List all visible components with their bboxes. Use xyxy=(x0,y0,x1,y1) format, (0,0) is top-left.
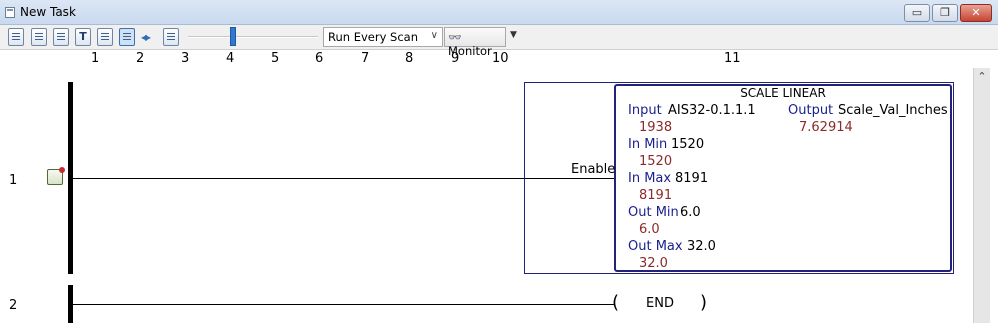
list-icon[interactable] xyxy=(97,28,113,46)
rung-wire xyxy=(73,178,524,179)
rung-number: 1 xyxy=(9,173,18,188)
text-icon[interactable]: T xyxy=(75,28,91,46)
eyeglasses-icon: 👓 xyxy=(448,31,462,44)
input-value[interactable]: AIS32-0.1.1.1 xyxy=(668,103,756,118)
out-max-label: Out Max xyxy=(628,239,683,254)
selected-view-icon[interactable] xyxy=(119,28,135,46)
scan-mode-value: Run Every Scan xyxy=(328,30,419,44)
zoom-slider-thumb[interactable] xyxy=(230,27,236,46)
column-number: 6 xyxy=(315,51,324,66)
output-live-value: 7.62914 xyxy=(799,120,853,135)
scroll-up-icon[interactable]: ⌃ xyxy=(974,70,990,86)
input-live-value: 1938 xyxy=(639,120,673,135)
title-bar: New Task ▭ ❐ ✕ xyxy=(0,0,998,25)
end-coil-label[interactable]: END xyxy=(646,296,674,311)
branch-icon[interactable] xyxy=(53,28,69,46)
column-number: 1 xyxy=(91,51,100,66)
rung-wire xyxy=(73,304,614,305)
out-min-label: Out Min xyxy=(628,205,679,220)
column-number: 3 xyxy=(181,51,190,66)
chevron-down-icon: ∨ xyxy=(430,30,438,41)
scan-mode-select[interactable]: Run Every Scan ∨ xyxy=(323,27,443,47)
column-number: 10 xyxy=(492,51,509,66)
column-number: 7 xyxy=(361,51,370,66)
monitor-button[interactable]: 👓 Monitor xyxy=(444,27,506,58)
coil-close: ) xyxy=(700,292,708,313)
rung-list-icon[interactable] xyxy=(31,28,47,46)
out-max-live-value: 32.0 xyxy=(639,256,668,271)
out-min-value[interactable]: 6.0 xyxy=(680,205,701,220)
in-max-live-value: 8191 xyxy=(639,188,673,203)
column-number: 9 xyxy=(451,51,460,66)
maximize-button[interactable]: ❐ xyxy=(932,4,958,22)
window-title: New Task xyxy=(20,5,76,19)
column-number: 2 xyxy=(136,51,145,66)
column-number: 11 xyxy=(724,51,741,66)
column-number: 8 xyxy=(405,51,414,66)
arrows-icon[interactable]: ◂▸ xyxy=(141,30,151,44)
out-max-value[interactable]: 32.0 xyxy=(687,239,716,254)
close-button[interactable]: ✕ xyxy=(960,4,992,22)
in-max-value[interactable]: 8191 xyxy=(675,171,708,186)
rung-number: 2 xyxy=(9,298,18,313)
in-min-value[interactable]: 1520 xyxy=(671,137,704,152)
block-title: SCALE LINEAR xyxy=(740,86,826,100)
rung-edit-icon[interactable] xyxy=(47,167,65,185)
column-number: 5 xyxy=(271,51,280,66)
in-min-live-value: 1520 xyxy=(639,154,673,169)
output-value[interactable]: Scale_Val_Inches xyxy=(838,103,948,118)
monitor-dropdown-icon[interactable]: ▼ xyxy=(510,30,517,40)
vertical-scrollbar[interactable]: ⌃ xyxy=(973,68,990,323)
out-min-live-value: 6.0 xyxy=(639,222,660,237)
enable-label: Enable xyxy=(571,162,616,177)
network-icon[interactable] xyxy=(163,28,179,46)
in-min-label: In Min xyxy=(628,137,668,152)
page-icon[interactable] xyxy=(8,28,24,46)
task-icon xyxy=(5,7,15,18)
column-ruler: 1 2 3 4 5 6 7 8 9 10 11 xyxy=(0,50,970,68)
column-number: 4 xyxy=(226,51,235,66)
in-max-label: In Max xyxy=(628,171,672,186)
coil-open: ( xyxy=(612,292,620,313)
output-label: Output xyxy=(788,103,834,118)
minimize-button[interactable]: ▭ xyxy=(904,4,930,22)
input-label: Input xyxy=(628,103,662,118)
zoom-slider-track[interactable] xyxy=(188,36,318,38)
